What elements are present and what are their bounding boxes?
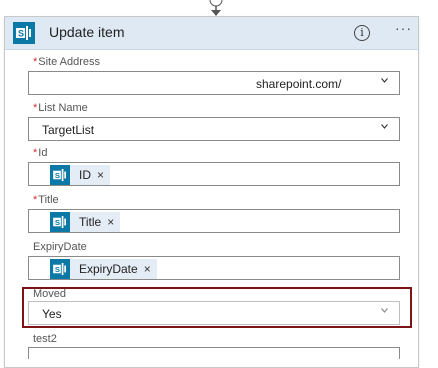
chevron-down-icon[interactable] (381, 78, 388, 84)
remove-token-icon[interactable]: × (107, 215, 120, 229)
remove-token-icon[interactable]: × (144, 262, 157, 276)
test2-label: test2 (33, 333, 57, 345)
moved-value: Yes (42, 307, 62, 321)
list-name-label-text: List Name (38, 102, 88, 114)
list-name-value: TargetList (42, 123, 95, 137)
list-name-dropdown[interactable]: TargetList (28, 117, 400, 141)
svg-text:S: S (55, 171, 60, 180)
action-title: Update item (49, 24, 125, 40)
sharepoint-icon: S (50, 165, 70, 185)
title-label: *Title (33, 194, 59, 206)
required-marker: * (33, 56, 38, 68)
chevron-down-icon[interactable] (381, 308, 388, 314)
id-label: *Id (33, 147, 47, 159)
required-marker: * (33, 147, 38, 159)
site-address-label-text: Site Address (38, 56, 101, 68)
id-input[interactable]: S ID × (28, 162, 400, 186)
chevron-down-icon[interactable] (381, 124, 388, 130)
site-address-dropdown[interactable]: sharepoint.com/ (28, 71, 400, 95)
token-label: ID (79, 168, 91, 182)
remove-token-icon[interactable]: × (97, 168, 110, 182)
moved-dropdown[interactable]: Yes (28, 301, 400, 325)
token-label: ExpiryDate (79, 262, 138, 276)
list-name-label: *List Name (33, 102, 88, 114)
sharepoint-icon: S (50, 259, 70, 279)
svg-text:S: S (18, 29, 24, 39)
more-options-icon[interactable]: ··· (395, 21, 412, 35)
dynamic-content-token-id[interactable]: S ID × (50, 165, 111, 185)
action-card-header[interactable]: S Update item i ··· (5, 17, 418, 50)
required-marker: * (33, 102, 38, 114)
expiry-date-input[interactable]: S ExpiryDate × (28, 256, 400, 280)
test2-label-text: test2 (33, 333, 57, 345)
dynamic-content-token-title[interactable]: S Title × (50, 212, 121, 232)
test2-input[interactable] (28, 347, 400, 359)
token-label: Title (79, 215, 102, 229)
moved-label-text: Moved (33, 288, 67, 300)
moved-label: Moved (33, 288, 66, 300)
dynamic-content-token-expiry-date[interactable]: S ExpiryDate × (50, 259, 157, 279)
title-input[interactable]: S Title × (28, 209, 400, 233)
required-marker: * (33, 194, 38, 206)
svg-text:S: S (55, 218, 60, 227)
title-label-text: Title (38, 194, 59, 206)
expiry-date-label: ExpiryDate (33, 241, 87, 253)
info-icon[interactable]: i (354, 25, 370, 41)
id-label-text: Id (38, 147, 48, 159)
svg-text:S: S (55, 265, 60, 274)
sharepoint-icon: S (13, 22, 35, 44)
site-address-label: *Site Address (33, 56, 100, 68)
expiry-date-label-text: ExpiryDate (33, 241, 87, 253)
sharepoint-icon: S (50, 212, 70, 232)
site-address-value: sharepoint.com/ (256, 77, 342, 91)
